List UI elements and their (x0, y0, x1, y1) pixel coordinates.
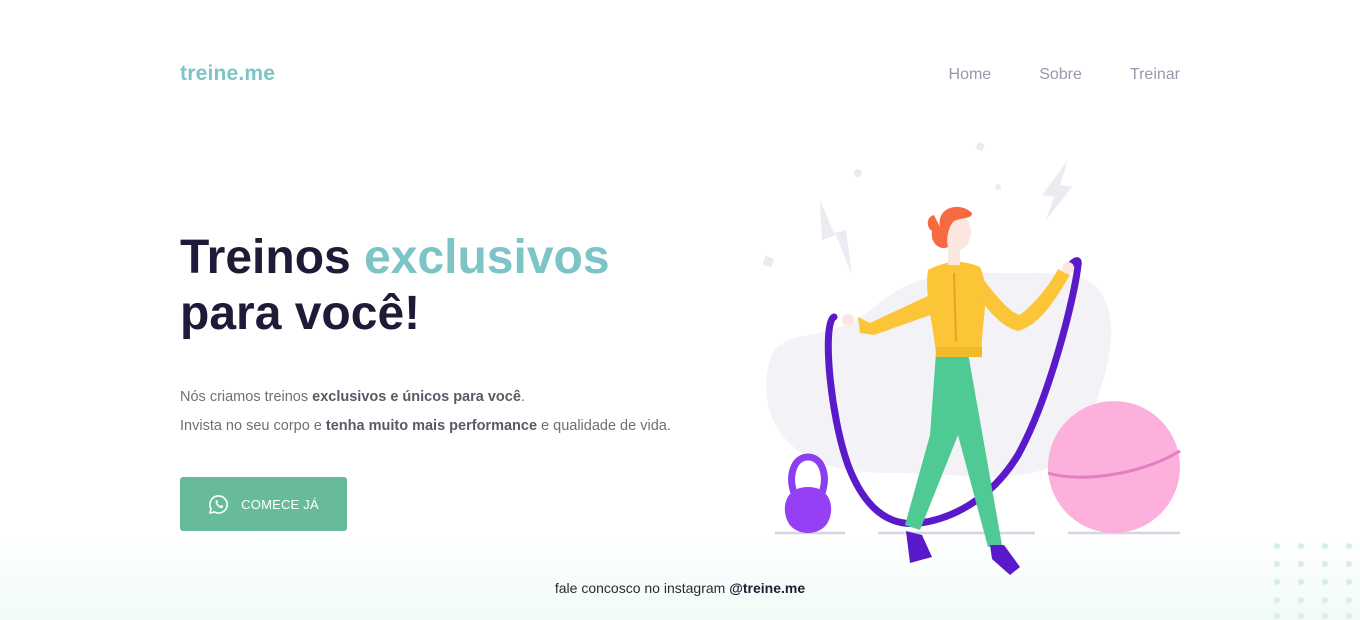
hero-title-part1: Treinos (180, 231, 351, 284)
main-nav: Home Sobre Treinar (949, 66, 1180, 84)
figure-shoe (990, 545, 1020, 575)
description-line-1: Nós criamos treinos exclusivos e únicos … (180, 383, 671, 412)
whatsapp-icon (208, 494, 229, 515)
figure-hand (842, 314, 854, 326)
description-text: Nós criamos treinos (180, 389, 309, 405)
figure-hand (1062, 262, 1074, 274)
kettlebell-icon (784, 453, 832, 533)
footer-text: fale concosco no instagram (554, 580, 726, 596)
lightning-icon (820, 200, 852, 275)
fitness-ball-icon (1047, 401, 1181, 533)
description-bold: tenha muito mais performance (325, 418, 538, 434)
lightning-icon (1042, 160, 1072, 220)
description-bold: exclusivos e únicos para você (312, 389, 521, 405)
decor-dot (854, 169, 862, 177)
nav-item-sobre[interactable]: Sobre (1039, 66, 1082, 84)
hero-title-accent: exclusivos (364, 231, 610, 284)
decor-dot (995, 184, 1001, 190)
footer-instagram: fale concosco no instagram @treine.me (0, 580, 1360, 596)
hero-description: Nós criamos treinos exclusivos e únicos … (180, 383, 671, 441)
nav-item-treinar[interactable]: Treinar (1130, 66, 1180, 84)
start-button[interactable]: COMECE JÁ (180, 477, 347, 531)
description-text: e qualidade de vida. (541, 418, 671, 434)
description-line-2: Invista no seu corpo e tenha muito mais … (180, 412, 671, 441)
hero-title-line2: para você! (180, 287, 421, 340)
logo[interactable]: treine.me (180, 62, 275, 86)
nav-item-home[interactable]: Home (949, 66, 992, 84)
start-button-label: COMECE JÁ (241, 496, 319, 512)
figure-shoe (906, 531, 932, 563)
description-text: . (520, 389, 525, 405)
description-text: Invista no seu corpo e (180, 418, 322, 434)
figure-torso (927, 261, 986, 355)
decor-square (762, 255, 775, 268)
hero-title: Treinos exclusivos para você! (180, 230, 610, 342)
decor-square (975, 142, 985, 152)
hoodie-waistband (936, 347, 982, 357)
instagram-handle-link[interactable]: @treine.me (729, 580, 805, 596)
jump-rope-illustration (762, 142, 1181, 575)
